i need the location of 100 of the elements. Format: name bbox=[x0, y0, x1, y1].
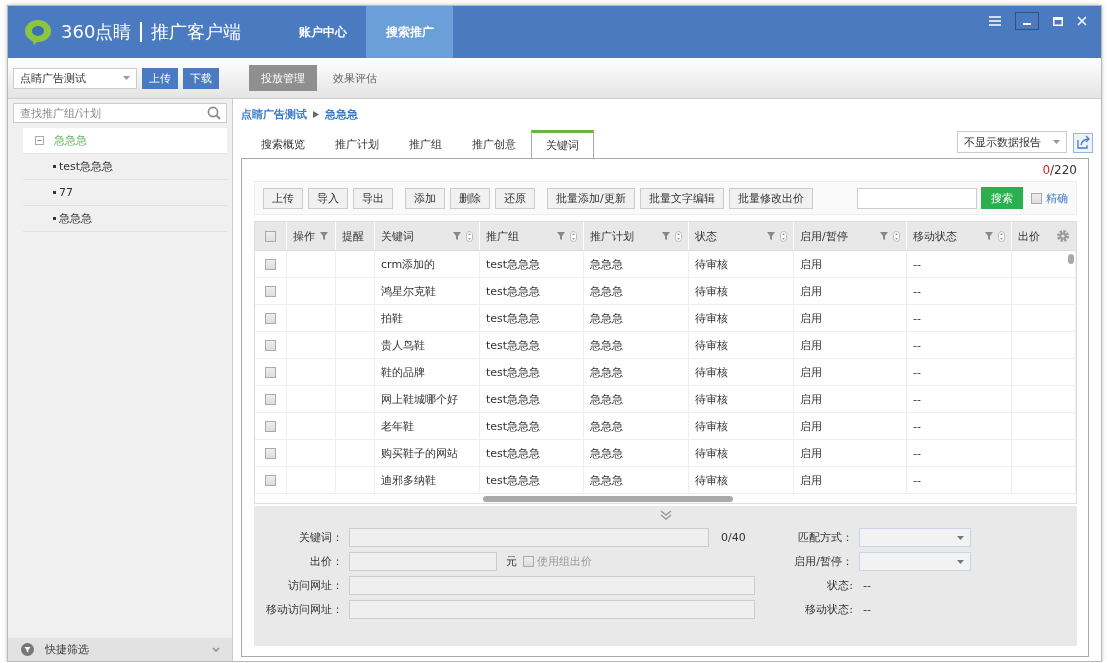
field-label: 移动访问网址： bbox=[265, 602, 344, 617]
column-header[interactable]: 提醒 bbox=[336, 222, 375, 250]
table-cell: -- bbox=[913, 338, 921, 352]
sort-icon[interactable] bbox=[998, 230, 1005, 242]
table-cell: -- bbox=[913, 284, 921, 298]
input-field[interactable] bbox=[349, 552, 497, 571]
filter-icon[interactable] bbox=[661, 231, 671, 241]
table-cell: test急急急 bbox=[486, 283, 541, 299]
keyword-search-field[interactable] bbox=[857, 187, 977, 209]
filter-icon[interactable] bbox=[766, 231, 776, 241]
section-tab[interactable]: 效果评估 bbox=[321, 65, 389, 91]
tab[interactable]: 推广组 bbox=[394, 130, 457, 158]
field-label: 出价： bbox=[309, 554, 344, 569]
double-chevron-down-icon[interactable] bbox=[659, 510, 672, 520]
input-field[interactable] bbox=[349, 528, 709, 547]
chevron-down-icon bbox=[212, 647, 220, 652]
quick-filter-bar[interactable]: 快捷筛选 bbox=[8, 638, 232, 661]
column-header[interactable]: 启用/暂停 bbox=[794, 222, 907, 250]
collapse-icon[interactable] bbox=[35, 136, 44, 145]
breadcrumb-link[interactable]: 点睛广告测试 bbox=[241, 106, 307, 122]
action-button[interactable]: 批量文字编辑 bbox=[639, 187, 724, 209]
breadcrumb-link[interactable]: 急急急 bbox=[325, 106, 358, 122]
dropdown-field[interactable] bbox=[859, 528, 971, 547]
menu-icon[interactable] bbox=[989, 16, 1001, 26]
row-checkbox[interactable] bbox=[265, 258, 276, 270]
scrollbar-thumb[interactable] bbox=[483, 495, 733, 502]
filter-icon[interactable] bbox=[556, 231, 566, 241]
use-group-bid-checkbox[interactable] bbox=[523, 556, 534, 567]
row-checkbox[interactable] bbox=[265, 474, 276, 486]
row-checkbox[interactable] bbox=[265, 393, 276, 405]
row-checkbox[interactable] bbox=[265, 447, 276, 459]
exact-match-label[interactable]: 精确 bbox=[1046, 190, 1068, 206]
sort-icon[interactable] bbox=[893, 230, 900, 242]
sort-icon[interactable] bbox=[466, 230, 473, 242]
row-checkbox[interactable] bbox=[265, 312, 276, 324]
search-field[interactable]: 查找推广组/计划 bbox=[13, 103, 227, 123]
row-checkbox[interactable] bbox=[265, 339, 276, 351]
table-cell: 购买鞋子的网站 bbox=[381, 445, 458, 461]
sort-icon[interactable] bbox=[780, 230, 787, 242]
exact-checkbox[interactable] bbox=[1031, 192, 1042, 204]
action-button[interactable]: 批量修改出价 bbox=[728, 187, 813, 209]
nav-tab[interactable]: 账户中心 bbox=[279, 6, 367, 58]
table-cell: 急急急 bbox=[590, 472, 623, 488]
column-header[interactable]: 推广组 bbox=[480, 222, 584, 250]
search-icon[interactable] bbox=[207, 106, 221, 120]
dropdown-field[interactable] bbox=[859, 552, 971, 571]
table-cell: test急急急 bbox=[486, 364, 541, 380]
column-header[interactable]: 关键词 bbox=[375, 222, 480, 250]
action-button[interactable]: 添加 bbox=[405, 187, 445, 209]
tab[interactable]: 推广计划 bbox=[320, 130, 394, 158]
product-name: 推广客户端 bbox=[151, 20, 242, 44]
funnel-icon bbox=[21, 643, 34, 656]
row-checkbox[interactable] bbox=[265, 285, 276, 297]
tab[interactable]: 推广创意 bbox=[457, 130, 531, 158]
input-field[interactable] bbox=[349, 600, 755, 619]
table-cell: 急急急 bbox=[590, 256, 623, 272]
sort-icon[interactable] bbox=[570, 230, 577, 242]
tab[interactable]: 搜索概览 bbox=[246, 130, 320, 158]
select-all-checkbox[interactable] bbox=[265, 230, 276, 242]
maximize-icon[interactable] bbox=[1053, 16, 1063, 26]
export-icon[interactable] bbox=[1073, 133, 1093, 153]
account-select[interactable]: 点睛广告测试 bbox=[13, 67, 137, 89]
toolbar-button[interactable]: 上传 bbox=[142, 67, 178, 89]
tree-item[interactable]: test急急急 bbox=[23, 154, 227, 180]
toolbar-button[interactable]: 下载 bbox=[183, 67, 219, 89]
table-cell: -- bbox=[913, 419, 921, 433]
filter-icon[interactable] bbox=[984, 231, 994, 241]
filter-icon[interactable] bbox=[319, 231, 329, 241]
column-header[interactable]: 操作 bbox=[287, 222, 336, 250]
column-header[interactable]: 推广计划 bbox=[584, 222, 689, 250]
action-button[interactable]: 上传 bbox=[263, 187, 303, 209]
action-button[interactable]: 批量添加/更新 bbox=[547, 187, 635, 209]
action-button[interactable]: 删除 bbox=[450, 187, 490, 209]
table-cell: 拍鞋 bbox=[381, 310, 403, 326]
action-button[interactable]: 导出 bbox=[353, 187, 393, 209]
table-cell: 急急急 bbox=[590, 445, 623, 461]
table-cell: test急急急 bbox=[486, 445, 541, 461]
settings-icon[interactable] bbox=[1056, 229, 1070, 243]
minimize-icon[interactable] bbox=[1015, 12, 1039, 30]
sort-icon[interactable] bbox=[675, 230, 682, 242]
tree-item[interactable]: 77 bbox=[23, 180, 227, 206]
input-field[interactable] bbox=[349, 576, 755, 595]
tree-item[interactable]: 急急急 bbox=[23, 206, 227, 232]
filter-icon[interactable] bbox=[452, 231, 462, 241]
dropdown-caret-icon bbox=[1053, 140, 1060, 144]
report-select[interactable]: 不显示数据报告 bbox=[957, 131, 1067, 153]
bullet-icon bbox=[53, 165, 56, 168]
column-header[interactable]: 移动状态 bbox=[907, 222, 1012, 250]
column-header[interactable]: 出价 bbox=[1012, 222, 1076, 250]
row-checkbox[interactable] bbox=[265, 366, 276, 378]
action-button[interactable]: 还原 bbox=[495, 187, 535, 209]
table-cell: 待审核 bbox=[695, 283, 728, 299]
column-header[interactable]: 状态 bbox=[689, 222, 794, 250]
filter-icon[interactable] bbox=[879, 231, 889, 241]
tab[interactable]: 关键词 bbox=[531, 130, 594, 159]
close-icon[interactable] bbox=[1077, 16, 1087, 26]
scrollbar-thumb[interactable] bbox=[1068, 254, 1074, 264]
table-cell: 急急急 bbox=[590, 283, 623, 299]
action-button[interactable]: 导入 bbox=[308, 187, 348, 209]
row-checkbox[interactable] bbox=[265, 420, 276, 432]
